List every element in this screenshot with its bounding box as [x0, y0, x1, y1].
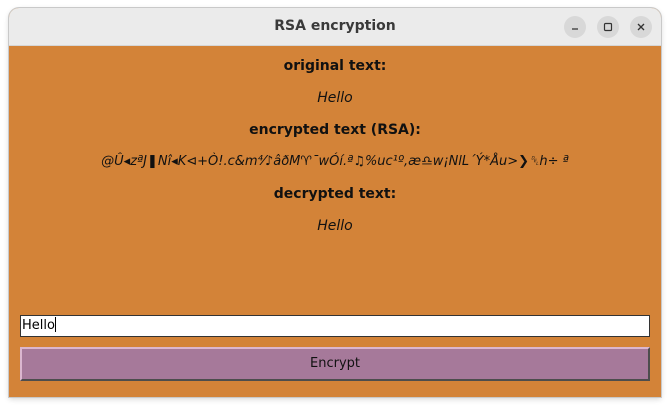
- text-cursor: [54, 317, 56, 332]
- minimize-button[interactable]: [564, 16, 586, 38]
- encrypted-text-heading: encrypted text (RSA):: [249, 122, 421, 138]
- encrypt-button[interactable]: Encrypt: [20, 347, 650, 381]
- original-text-value: Hello: [317, 90, 353, 106]
- decrypted-text-value: Hello: [317, 218, 353, 234]
- decrypted-text-heading: decrypted text:: [273, 186, 397, 202]
- minimize-icon: [564, 22, 586, 32]
- maximize-icon: [597, 22, 619, 32]
- app-window: RSA encryption original text: Hello encr…: [9, 8, 661, 397]
- close-button[interactable]: [630, 16, 652, 38]
- title-bar[interactable]: RSA encryption: [9, 8, 661, 46]
- close-icon: [630, 22, 652, 32]
- main-panel: original text: Hello encrypted text (RSA…: [9, 46, 661, 397]
- text-input[interactable]: Hello: [20, 315, 650, 337]
- encrypted-text-value: @Û◂zªJ❚Nî◂K⊲+Ò!.c&m⁴⁄♪âðM♈¯wÓí.ª♫%uc¹º,æ…: [101, 154, 569, 169]
- text-input-value: Hello: [22, 318, 55, 333]
- maximize-button[interactable]: [597, 16, 619, 38]
- original-text-heading: original text:: [283, 58, 387, 74]
